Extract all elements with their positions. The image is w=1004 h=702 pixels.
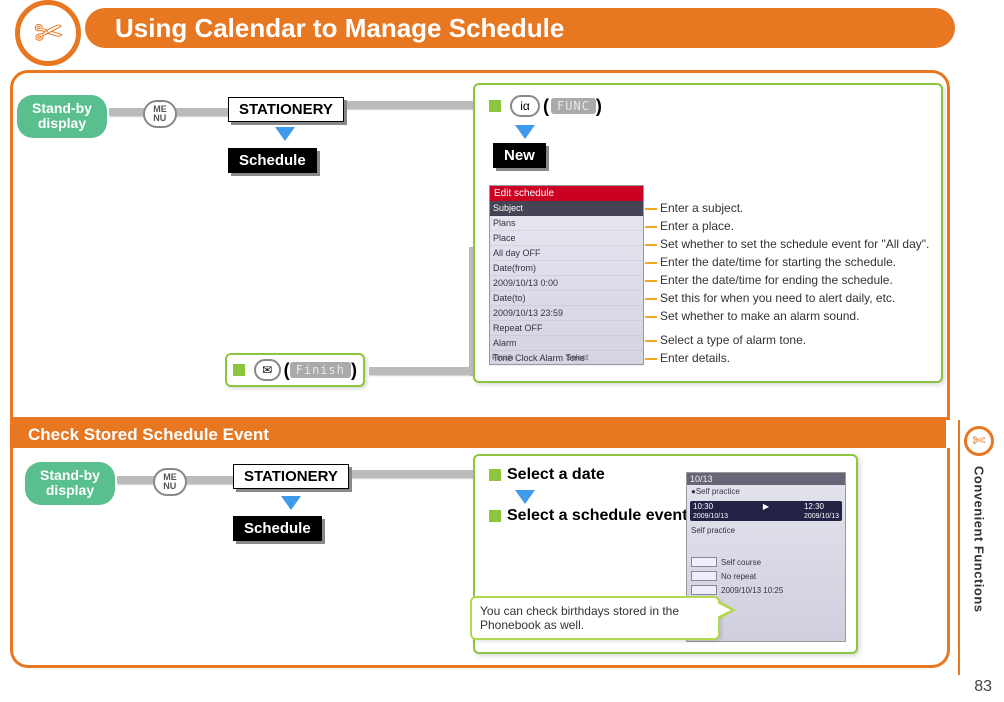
schedule-step: Schedule [233, 516, 322, 541]
phone-row: Subject [490, 201, 643, 216]
arrow-down-icon [515, 125, 535, 139]
softkey-center: Select [566, 353, 588, 362]
bullet-icon [489, 469, 501, 481]
phone-row: Date(to) [490, 291, 643, 306]
arrow-down-icon [281, 496, 301, 510]
desc-line: Enter a place. [660, 219, 734, 233]
paren-close: ) [596, 96, 602, 117]
phone2-line: No repeat [687, 569, 845, 583]
connector-line [351, 470, 481, 478]
page-number: 83 [974, 678, 992, 696]
stationery-step: STATIONERY [228, 97, 344, 122]
title-icon-circle: ✄ [15, 0, 81, 66]
bullet-icon [489, 100, 501, 112]
phone-header: Edit schedule [490, 186, 643, 201]
phone-row: Date(from) [490, 261, 643, 276]
page-title: Using Calendar to Manage Schedule [115, 13, 564, 44]
bullet-icon [233, 364, 245, 376]
select-date-text: Select a date [507, 466, 605, 484]
desc-line: Set this for when you need to alert dail… [660, 291, 895, 305]
phone2-line: Self course [687, 555, 845, 569]
menu-key-icon: MENU [143, 100, 177, 128]
func-key-row: iα ( FUNC ) [489, 95, 602, 117]
desc-line: Enter a subject. [660, 201, 743, 215]
standby-display-pill: Stand-by display [17, 95, 107, 138]
phone-row: Place [490, 231, 643, 246]
softkey-left: Finish [492, 353, 513, 362]
phone-row: Repeat OFF [490, 321, 643, 336]
desc-line: Enter details. [660, 351, 730, 365]
pliers-icon: ✄ [964, 426, 994, 456]
title-bar: Using Calendar to Manage Schedule ✄ [10, 8, 970, 58]
key-label-finish: Finish [290, 362, 351, 378]
standby-display-pill: Stand-by display [25, 462, 115, 505]
phone2-time-block: 10:302009/10/13 ▶ 12:302009/10/13 [690, 501, 842, 521]
paren-close: ) [351, 360, 357, 381]
side-tab-label: Convenient Functions [972, 466, 987, 613]
side-tab: ✄ Convenient Functions [958, 420, 998, 675]
phone-softkeys: Finish Select [492, 353, 641, 362]
phone2-chip: ● Self practice [687, 485, 845, 498]
title-pill: Using Calendar to Manage Schedule [85, 8, 955, 48]
schedule-step: Schedule [228, 148, 317, 173]
phone-row: 2009/10/13 0:00 [490, 276, 643, 291]
edit-schedule-screenshot: Edit schedule Subject Plans Place All da… [489, 185, 644, 365]
check-stored-header: Check Stored Schedule Event [10, 420, 946, 450]
select-event-text: Select a schedule event. [507, 506, 692, 525]
stationery-step: STATIONERY [233, 464, 349, 489]
callout-tail-icon [718, 600, 736, 620]
desc-line: Enter the date/time for ending the sched… [660, 273, 893, 287]
pliers-icon: ✄ [32, 12, 64, 54]
desc-line: Set whether to make an alarm sound. [660, 309, 859, 323]
key-label-func: FUNC [551, 98, 596, 114]
mail-key-icon: ✉ [254, 359, 281, 381]
desc-line: Set whether to set the schedule event fo… [660, 237, 929, 251]
create-schedule-panel: Stand-by display MENU STATIONERY Schedul… [10, 70, 950, 420]
new-schedule-box: iα ( FUNC ) New Edit schedule Subject Pl… [473, 83, 943, 383]
paren-open: ( [543, 96, 549, 117]
new-step: New [493, 143, 546, 168]
paren-open: ( [284, 360, 290, 381]
phonebook-birthday-callout: You can check birthdays stored in the Ph… [470, 596, 720, 640]
select-event-row: Select a schedule event. [489, 506, 692, 525]
phone2-subject: Self practice [687, 524, 845, 537]
arrow-down-icon [515, 490, 535, 504]
desc-line: Enter the date/time for starting the sch… [660, 255, 896, 269]
phone2-header: 10/13 [687, 473, 845, 485]
phone-row: 2009/10/13 23:59 [490, 306, 643, 321]
menu-key-icon: MENU [153, 468, 187, 496]
connector-line [369, 367, 479, 375]
desc-line: Select a type of alarm tone. [660, 333, 806, 347]
bullet-icon [489, 510, 501, 522]
phone-row: All day OFF [490, 246, 643, 261]
phone-row: Plans [490, 216, 643, 231]
phone-row: Alarm [490, 336, 643, 351]
i-alpha-key-icon: iα [510, 95, 540, 117]
connector-line [343, 101, 473, 109]
arrow-down-icon [275, 127, 295, 141]
phone2-line: 2009/10/13 10:25 [687, 583, 845, 597]
select-date-row: Select a date [489, 466, 605, 484]
finish-step: ✉ ( Finish ) [225, 353, 365, 387]
